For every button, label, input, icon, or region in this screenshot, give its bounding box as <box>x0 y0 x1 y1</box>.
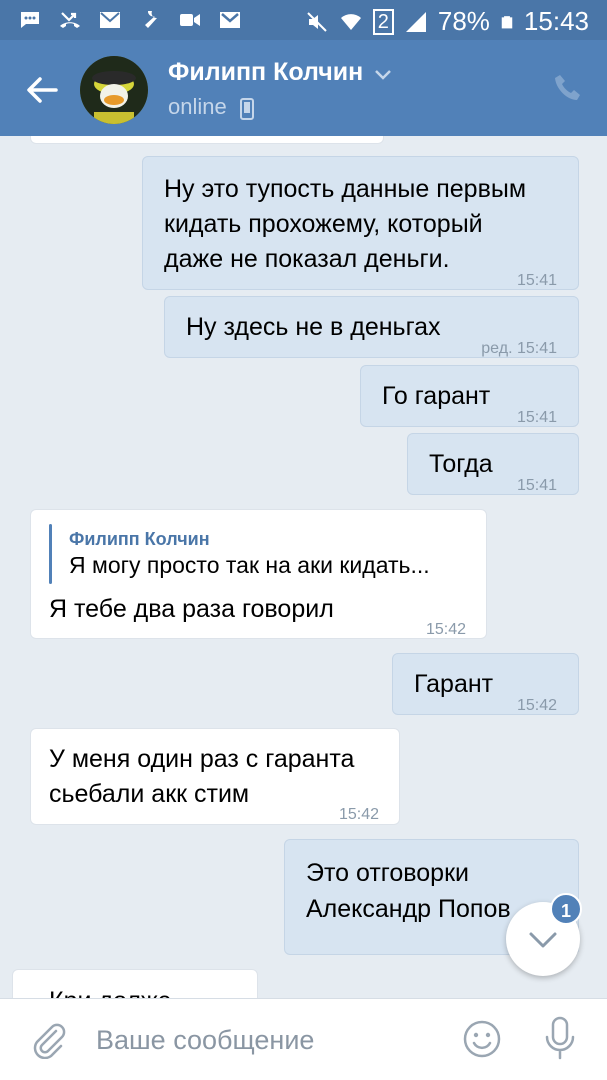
phone-call-icon[interactable] <box>552 72 584 104</box>
chat-notification-icon <box>21 12 39 28</box>
message-text: Ну это тупость данные первым <box>164 175 527 203</box>
chevron-down-icon[interactable] <box>374 68 392 82</box>
reply-text[interactable]: Я могу просто так на аки кидать... <box>69 548 430 583</box>
signal-icon <box>405 11 426 32</box>
notification-icons <box>18 8 242 32</box>
message-text: Кри долже <box>49 984 172 998</box>
message-text: Ну здесь не в деньгах <box>186 313 441 341</box>
avatar[interactable] <box>80 56 148 124</box>
message-bubble-incoming[interactable]: Филипп Колчин Я могу просто так на аки к… <box>30 509 487 639</box>
contact-name[interactable]: Филипп Колчин <box>168 58 363 87</box>
microphone-icon[interactable] <box>540 1015 580 1061</box>
message-bubble-incoming[interactable]: Кри долже <box>12 969 258 998</box>
message-bubble-outgoing[interactable]: Ну это тупость данные первым кидать прох… <box>142 156 579 290</box>
message-text: Это отговорки <box>306 859 469 887</box>
message-bubble-outgoing[interactable]: Тогда 15:41 <box>407 433 579 495</box>
mute-icon <box>307 11 327 32</box>
message-bubble-outgoing[interactable]: Гарант 15:42 <box>392 653 579 715</box>
sim-indicator: 2 <box>372 8 394 35</box>
message-bubble-outgoing[interactable]: Го гарант 15:41 <box>360 365 579 427</box>
battery-icon <box>501 15 513 28</box>
system-indicators: 2 78% 15:43 <box>305 6 589 37</box>
mail-icon <box>100 12 120 28</box>
mobile-phone-icon <box>240 98 254 120</box>
message-text: Го гарант <box>382 382 491 410</box>
message-text: Тогда <box>429 450 493 478</box>
message-input[interactable] <box>96 1021 436 1059</box>
missed-call-icon <box>60 12 80 28</box>
message-time: ред. 15:41 <box>481 340 557 357</box>
back-arrow-icon[interactable] <box>22 70 62 110</box>
message-text: даже не показал деньги. <box>164 245 450 273</box>
message-bubble-outgoing[interactable]: Ну здесь не в деньгах ред. 15:41 <box>164 296 579 358</box>
message-composer <box>0 998 607 1080</box>
message-bubble-incoming[interactable]: У меня один раз с гаранта сьебали акк ст… <box>30 728 400 825</box>
message-text: Гарант <box>414 670 494 698</box>
message-time: 15:42 <box>425 621 466 638</box>
status-bar: 2 78% 15:43 <box>0 0 607 40</box>
message-text: Александр Попов <box>306 895 511 923</box>
video-icon <box>180 14 200 26</box>
paperclip-icon[interactable] <box>28 1019 68 1059</box>
message-time: 15:41 <box>516 272 557 289</box>
message-text: У меня один раз с гаранта <box>49 745 355 773</box>
wrench-icon <box>145 11 157 28</box>
smile-icon[interactable] <box>462 1019 502 1059</box>
message-time: 15:42 <box>516 697 557 714</box>
reply-quote-bar <box>49 524 52 584</box>
gmail-icon <box>220 12 240 28</box>
contact-status: online <box>168 94 227 119</box>
message-text: Я тебе два раза говорил <box>49 595 334 623</box>
message-time: 15:42 <box>338 806 379 823</box>
wifi-icon <box>340 13 361 30</box>
message-text: сьебали акк стим <box>49 780 250 808</box>
message-list[interactable]: Ну это тупость данные первым кидать прох… <box>0 136 607 998</box>
message-time: 15:41 <box>516 409 557 426</box>
message-bubble-partial[interactable] <box>30 136 384 144</box>
battery-percent: 78% <box>437 6 490 36</box>
message-text: кидать прохожему, который <box>164 210 483 238</box>
avatar-image <box>80 56 148 124</box>
message-time: 15:41 <box>516 477 557 494</box>
chat-header: Филипп Колчин online <box>0 40 607 136</box>
unread-count-badge[interactable]: 1 <box>550 893 582 925</box>
clock: 15:43 <box>523 6 589 36</box>
